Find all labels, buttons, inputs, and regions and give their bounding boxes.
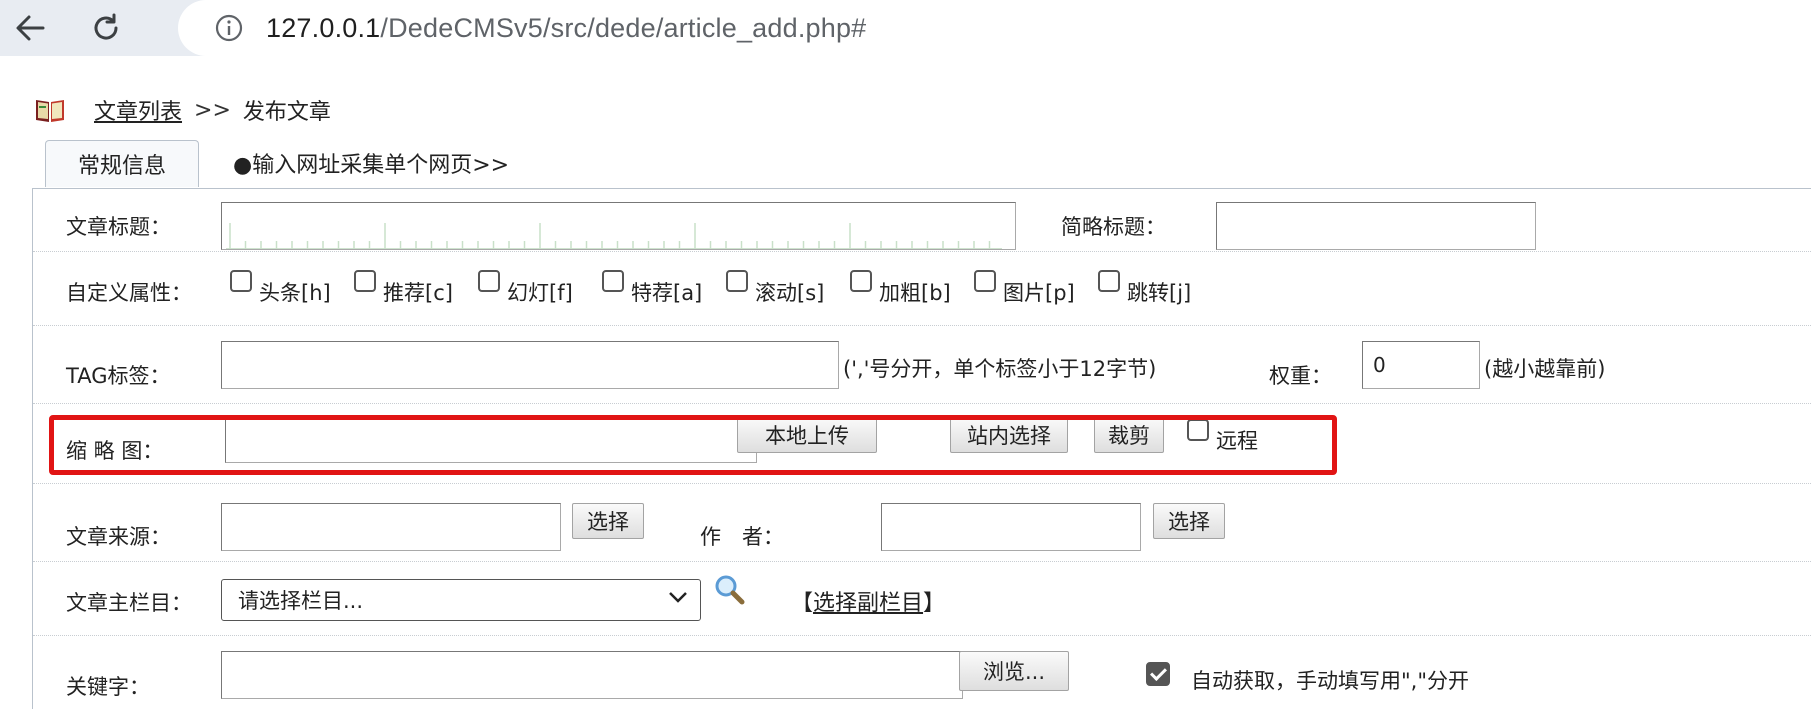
article-list-link[interactable]: 文章列表 <box>94 94 182 126</box>
attr-recommend-checkbox[interactable] <box>354 270 376 292</box>
title-length-ruler <box>226 223 1002 249</box>
row-category: 文章主栏目： 请选择栏目... 【选择副栏目】 <box>33 561 1811 636</box>
attr-slide-checkbox[interactable] <box>478 270 500 292</box>
select-subcategory-link[interactable]: 选择副栏目 <box>813 591 923 616</box>
keywords-input[interactable] <box>221 651 963 699</box>
attr-scroll-label: 滚动[s] <box>755 281 825 305</box>
attr-jump-label: 跳转[j] <box>1127 281 1192 305</box>
breadcrumb: 文章列表 >> 发布文章 <box>34 92 331 128</box>
attr-bold-label: 加粗[b] <box>879 281 951 305</box>
source-label: 文章来源： <box>66 525 171 549</box>
source-select-button[interactable]: 选择 <box>572 503 644 539</box>
title-input[interactable] <box>221 202 1016 250</box>
book-icon <box>36 100 64 122</box>
category-label: 文章主栏目： <box>66 591 192 615</box>
url-text: 127.0.0.1/DedeCMSv5/src/dede/article_add… <box>266 13 866 44</box>
info-icon[interactable] <box>214 13 244 43</box>
sub-bracket-left: 【 <box>791 591 814 616</box>
weight-label: 权重： <box>1269 364 1332 388</box>
category-select[interactable]: 请选择栏目... <box>221 579 701 621</box>
breadcrumb-current: 发布文章 <box>242 100 331 125</box>
category-selected: 请选择栏目... <box>238 589 364 613</box>
attr-recommend-label: 推荐[c] <box>383 281 453 305</box>
attributes-label: 自定义属性： <box>66 281 192 305</box>
weight-value: 0 <box>1373 353 1386 377</box>
back-button[interactable] <box>8 6 52 50</box>
short-title-label: 简略标题： <box>1061 215 1166 239</box>
row-source-author: 文章来源： 选择 作 者： 选择 <box>33 483 1811 562</box>
attr-jump-checkbox[interactable] <box>1098 270 1120 292</box>
sub-bracket-right: 】 <box>923 591 946 616</box>
address-bar[interactable]: 127.0.0.1/DedeCMSv5/src/dede/article_add… <box>178 0 1811 56</box>
breadcrumb-separator: >> <box>194 97 231 123</box>
browser-toolbar: 127.0.0.1/DedeCMSv5/src/dede/article_add… <box>0 0 1811 56</box>
back-arrow-icon <box>16 15 45 41</box>
attr-bold-checkbox[interactable] <box>850 270 872 292</box>
reload-icon <box>94 13 118 40</box>
attr-special-label: 特荐[a] <box>631 281 703 305</box>
attr-image-label: 图片[p] <box>1003 281 1075 305</box>
select-subcategory: 【选择副栏目】 <box>791 585 945 617</box>
weight-input[interactable]: 0 <box>1362 341 1480 389</box>
weight-hint: (越小越靠前) <box>1484 357 1606 381</box>
browse-keywords-button[interactable]: 浏览... <box>959 651 1069 691</box>
attr-headline-checkbox[interactable] <box>230 270 252 292</box>
attr-slide-label: 幻灯[f] <box>507 281 573 305</box>
auto-keywords-label: 自动获取，手动填写用","分开 <box>1191 669 1469 693</box>
title-label: 文章标题： <box>66 215 171 239</box>
attr-image-checkbox[interactable] <box>974 270 996 292</box>
tag-input[interactable] <box>221 341 839 389</box>
tag-hint: (','号分开，单个标签小于12字节) <box>843 357 1157 381</box>
row-title: 文章标题： 简略标题： <box>33 189 1811 252</box>
tab-bar: 常规信息 ●输入网址采集单个网页>> <box>45 140 509 188</box>
attr-special-checkbox[interactable] <box>602 270 624 292</box>
magnifier-icon[interactable] <box>713 573 745 605</box>
tag-label: TAG标签： <box>66 364 171 388</box>
url-path: /DedeCMSv5/src/dede/article_add.php# <box>380 12 867 43</box>
highlight-box <box>49 415 1337 475</box>
tab-collect-url[interactable]: ●输入网址采集单个网页>> <box>199 140 509 186</box>
author-input[interactable] <box>881 503 1141 551</box>
source-input[interactable] <box>221 503 561 551</box>
row-tags: TAG标签： (','号分开，单个标签小于12字节) 权重： 0 (越小越靠前) <box>33 325 1811 404</box>
chevron-down-icon <box>669 592 687 603</box>
tab-general[interactable]: 常规信息 <box>45 140 200 187</box>
author-label: 作 者： <box>700 525 784 549</box>
row-keywords: 关键字： 浏览... 自动获取，手动填写用","分开 <box>33 635 1811 715</box>
attr-headline-label: 头条[h] <box>259 281 331 305</box>
short-title-input[interactable] <box>1216 202 1536 250</box>
auto-keywords-checkbox[interactable] <box>1146 662 1170 686</box>
attr-scroll-checkbox[interactable] <box>726 270 748 292</box>
url-host: 127.0.0.1 <box>266 12 381 43</box>
author-select-button[interactable]: 选择 <box>1153 503 1225 539</box>
row-attributes: 自定义属性： 头条[h] 推荐[c] 幻灯[f] 特荐[a] 滚动[s] 加粗[… <box>33 251 1811 326</box>
reload-button[interactable] <box>84 6 128 50</box>
